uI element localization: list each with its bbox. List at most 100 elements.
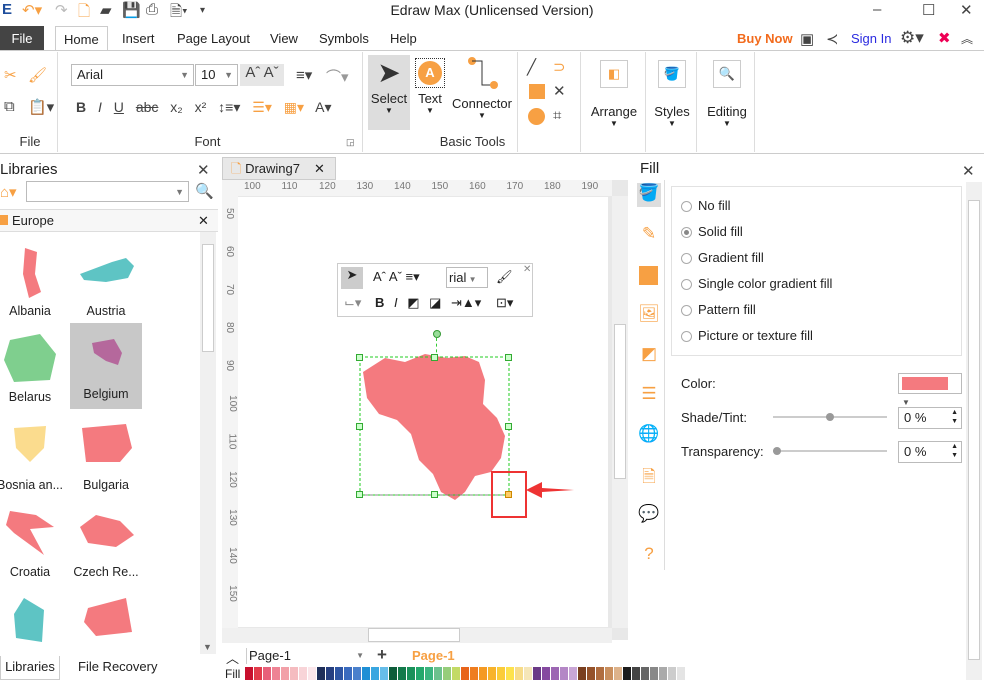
home-library-icon[interactable]: ⌂▾ bbox=[0, 183, 17, 201]
paste-icon[interactable]: 📋▾ bbox=[28, 98, 54, 116]
fill-option[interactable]: Picture or texture fill bbox=[681, 328, 813, 343]
tab-help[interactable]: Help bbox=[382, 26, 425, 51]
library-scrollbar[interactable]: ▼ bbox=[200, 232, 216, 654]
palette-swatch[interactable] bbox=[650, 667, 658, 680]
resize-handle[interactable] bbox=[505, 354, 512, 361]
palette-swatch[interactable] bbox=[353, 667, 361, 680]
library-item-czech[interactable]: Czech Re... bbox=[70, 501, 142, 585]
crop-icon[interactable]: ⌗ bbox=[553, 107, 561, 124]
search-icon[interactable]: 🔍 bbox=[195, 182, 214, 200]
palette-swatch[interactable] bbox=[659, 667, 667, 680]
rectangle-icon[interactable] bbox=[529, 84, 545, 99]
palette-swatch[interactable] bbox=[317, 667, 325, 680]
tab-page-layout[interactable]: Page Layout bbox=[169, 26, 258, 51]
close-tab-icon[interactable]: ✕ bbox=[314, 161, 325, 176]
palette-swatch[interactable] bbox=[371, 667, 379, 680]
line-icon[interactable]: ╱ bbox=[527, 58, 536, 76]
palette-swatch[interactable] bbox=[677, 667, 685, 680]
fill-panel-scrollbar[interactable] bbox=[966, 182, 982, 680]
font-format-icons[interactable]: B I U abc x₂ x² ↕≡▾ ☰▾ ▦▾ A▾ bbox=[76, 99, 332, 116]
slider-thumb[interactable] bbox=[826, 413, 834, 421]
float-connector-icon[interactable]: ⌙▾ bbox=[344, 295, 361, 311]
palette-swatch[interactable] bbox=[254, 667, 262, 680]
fill-option[interactable]: No fill bbox=[681, 198, 731, 213]
palette-swatch[interactable] bbox=[578, 667, 586, 680]
radio-button[interactable] bbox=[681, 331, 692, 343]
page-properties-icon[interactable]: ☰ bbox=[637, 384, 661, 408]
library-item-bulgaria[interactable]: Bulgaria bbox=[70, 414, 142, 498]
save-icon[interactable]: 💾 bbox=[122, 1, 141, 19]
palette-swatch[interactable] bbox=[668, 667, 676, 680]
radio-button[interactable] bbox=[681, 253, 692, 265]
palette-swatch[interactable] bbox=[263, 667, 271, 680]
image-icon[interactable]: 🖼 bbox=[637, 304, 661, 328]
palette-swatch[interactable] bbox=[614, 667, 622, 680]
help-icon[interactable]: ? bbox=[637, 544, 661, 568]
palette-swatch[interactable] bbox=[362, 667, 370, 680]
resize-handle[interactable] bbox=[431, 491, 438, 498]
cross-point-icon[interactable]: ✕ bbox=[553, 82, 566, 100]
resize-handle[interactable] bbox=[356, 491, 363, 498]
underline-icon[interactable]: U bbox=[114, 99, 124, 115]
bold-icon[interactable]: B bbox=[76, 99, 86, 115]
close-category-icon[interactable]: ✕ bbox=[198, 213, 209, 229]
share-icon[interactable]: ≺ bbox=[826, 30, 839, 48]
fill-option[interactable]: Pattern fill bbox=[681, 302, 756, 317]
float-format-painter-icon[interactable]: 🖌 bbox=[496, 269, 513, 285]
palette-swatch[interactable] bbox=[587, 667, 595, 680]
canvas-horizontal-scrollbar[interactable] bbox=[222, 628, 612, 643]
palette-swatch[interactable] bbox=[524, 667, 532, 680]
transparency-input[interactable]: 0 % ▲ ▼ bbox=[898, 441, 962, 463]
slider-thumb[interactable] bbox=[773, 447, 781, 455]
maximize-button[interactable]: ☐ bbox=[922, 1, 935, 19]
resize-handle[interactable] bbox=[505, 423, 512, 430]
palette-swatch[interactable] bbox=[290, 667, 298, 680]
line-style-icon[interactable]: ✎ bbox=[637, 224, 661, 248]
comment-icon[interactable]: 💬 bbox=[637, 504, 661, 528]
ellipse-icon[interactable] bbox=[528, 108, 545, 125]
cut-icon[interactable]: ✂ bbox=[4, 66, 17, 84]
palette-swatch[interactable] bbox=[461, 667, 469, 680]
bullets-icon[interactable]: ☰▾ bbox=[252, 99, 272, 115]
subscript-icon[interactable]: x₂ bbox=[170, 99, 182, 115]
open-icon[interactable]: ▰ bbox=[100, 1, 112, 19]
close-fill-panel-icon[interactable]: ✕ bbox=[962, 162, 975, 180]
highlight-icon[interactable]: ▦▾ bbox=[284, 99, 304, 115]
attachment-icon[interactable]: 🗎 bbox=[637, 464, 661, 488]
library-item-croatia[interactable]: Croatia bbox=[0, 501, 66, 585]
float-font-select[interactable]: rial ▼ bbox=[446, 267, 488, 288]
palette-swatch[interactable] bbox=[434, 667, 442, 680]
palette-swatch[interactable] bbox=[479, 667, 487, 680]
buy-now-link[interactable]: Buy Now bbox=[729, 26, 801, 51]
palette-swatch[interactable] bbox=[623, 667, 631, 680]
tab-file-recovery[interactable]: File Recovery bbox=[78, 656, 157, 678]
connector-tool-button[interactable]: Connector ▼ bbox=[449, 55, 515, 120]
format-painter-icon[interactable]: 🖌 bbox=[28, 66, 47, 84]
library-item-belarus[interactable]: Belarus bbox=[0, 326, 66, 410]
palette-swatch[interactable] bbox=[272, 667, 280, 680]
palette-swatch[interactable] bbox=[641, 667, 649, 680]
layers-icon[interactable]: ◩ bbox=[637, 344, 661, 368]
font-color-icon[interactable]: A▾ bbox=[315, 99, 331, 115]
tab-drawing7[interactable]: 🗋 Drawing7 ✕ bbox=[222, 157, 336, 180]
palette-swatch[interactable] bbox=[452, 667, 460, 680]
globe-icon[interactable]: 🌐 bbox=[637, 424, 661, 448]
fill-icon[interactable]: 🪣 bbox=[637, 183, 661, 207]
library-item-partial[interactable] bbox=[70, 588, 142, 652]
settings-icon[interactable]: ⚙▾ bbox=[900, 28, 924, 48]
export-icon[interactable]: 🗎▾ bbox=[170, 1, 188, 26]
sign-in-link[interactable]: Sign In bbox=[843, 26, 899, 51]
undo-icon[interactable]: ↶▾ bbox=[22, 1, 42, 19]
palette-swatch[interactable] bbox=[551, 667, 559, 680]
palette-swatch[interactable] bbox=[398, 667, 406, 680]
palette-swatch[interactable] bbox=[560, 667, 568, 680]
palette-swatch[interactable] bbox=[596, 667, 604, 680]
category-europe[interactable]: Europe ✕ bbox=[0, 209, 218, 232]
italic-icon[interactable]: I bbox=[98, 99, 102, 115]
minimize-button[interactable]: – bbox=[873, 1, 881, 18]
grow-shrink-font-icon[interactable]: Aˆ Aˇ bbox=[240, 64, 284, 86]
tab-insert[interactable]: Insert bbox=[114, 26, 163, 51]
collapse-ribbon-icon[interactable]: ︽ bbox=[961, 30, 973, 47]
scroll-thumb[interactable] bbox=[614, 324, 626, 479]
redo-icon[interactable]: ↷ bbox=[55, 1, 68, 19]
